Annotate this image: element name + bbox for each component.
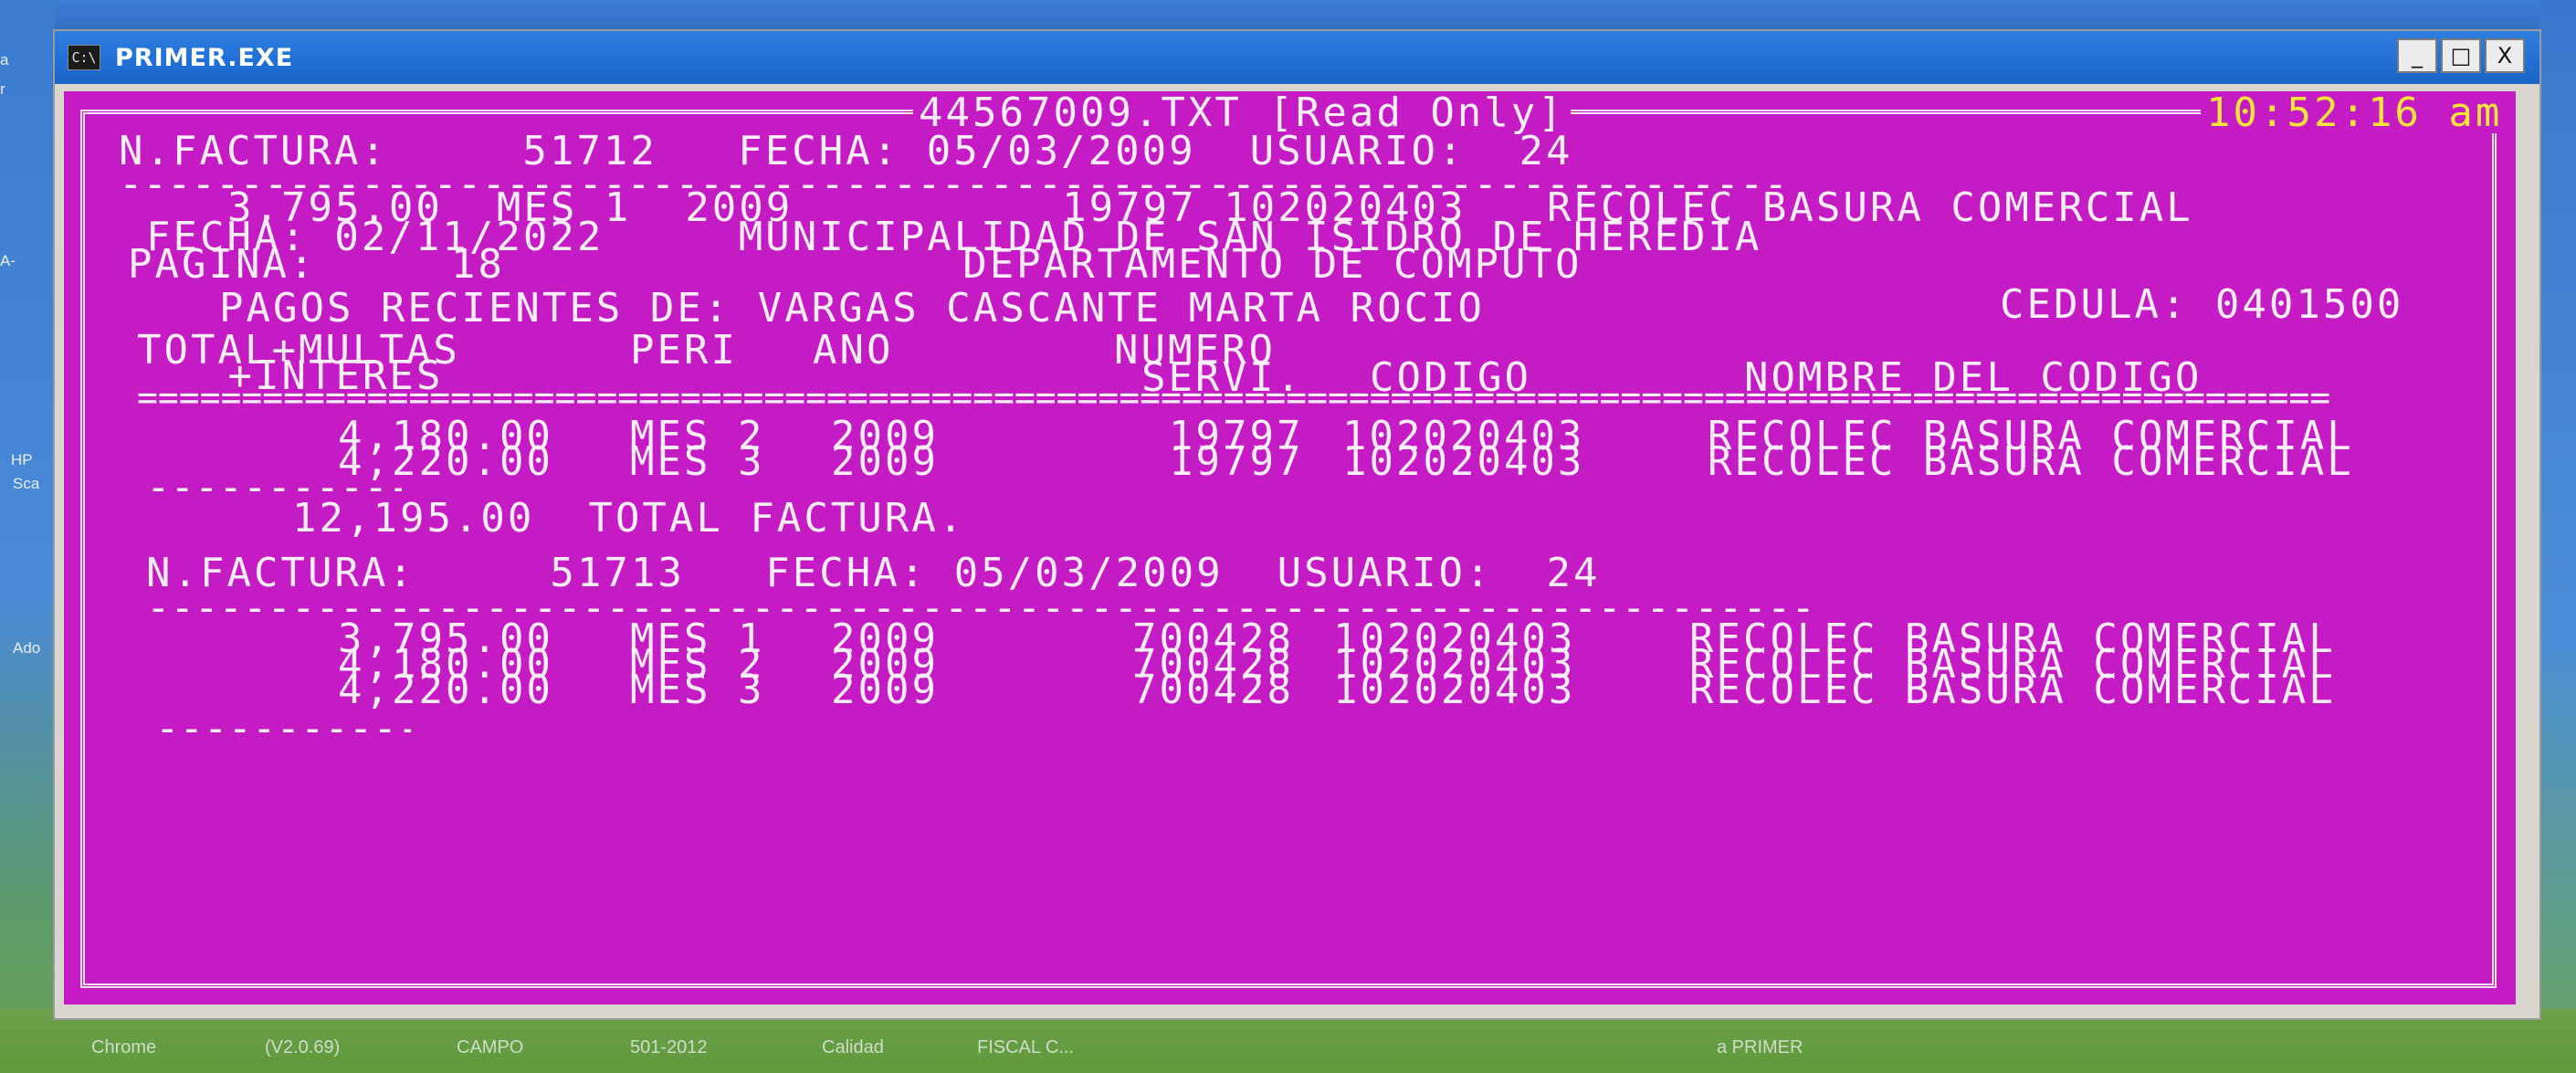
row-total: 4,220.00 [338, 667, 553, 713]
desktop-icon-label[interactable]: Ado [13, 639, 53, 657]
row-servi: 700428 [1132, 667, 1294, 713]
minimize-button[interactable]: _ [2397, 38, 2437, 73]
equals-divider: ========================================… [137, 380, 2331, 415]
taskbar-item[interactable]: Calidad [822, 1037, 884, 1058]
close-button[interactable]: X [2485, 38, 2525, 73]
desktop-left [0, 0, 55, 1073]
desktop-icon-label[interactable]: HP [11, 451, 47, 469]
clock: 10:52:16 am [2201, 93, 2508, 133]
row-servi: 19797 [1169, 438, 1304, 485]
window-title: PRIMER.EXE [115, 43, 294, 72]
taskbar-item[interactable]: FISCAL C... [977, 1037, 1074, 1058]
desktop-icon-label[interactable]: Sca [13, 475, 49, 493]
end-divider: ----------- [155, 709, 411, 749]
row-ano: 2009 [831, 667, 939, 713]
row-ano: 2009 [831, 438, 939, 485]
window-controls: _ □ X [2397, 38, 2525, 73]
console-screen[interactable]: 44567009.TXT [Read Only] 10:52:16 am N.F… [64, 91, 2516, 1005]
report-page-line: PAGINA: 18 DEPARTAMENTO DE COMPUTO [128, 241, 1582, 288]
col-peri-header: PERI [630, 327, 738, 373]
desktop-icon-label[interactable]: a [0, 51, 13, 69]
row-codigo: 102020403 [1342, 438, 1585, 485]
taskbar-item[interactable]: 501-2012 [630, 1037, 708, 1058]
taskbar-item[interactable]: Chrome [91, 1037, 156, 1058]
desktop-icon-label[interactable]: r [0, 80, 13, 99]
person-line: PAGOS RECIENTES DE: VARGAS CASCANTE MART… [219, 285, 1486, 331]
taskbar-item[interactable]: a PRIMER [1717, 1037, 1803, 1058]
row-codigo: 102020403 [1333, 667, 1576, 713]
row-nombre: RECOLEC BASURA COMERCIAL [1708, 438, 2354, 485]
row-nombre: RECOLEC BASURA COMERCIAL [1689, 667, 2336, 713]
taskbar-item[interactable]: CAMPO [457, 1037, 523, 1058]
console-app-icon[interactable]: C:\ [68, 45, 100, 70]
taskbar-item[interactable]: (V2.0.69) [265, 1037, 340, 1058]
window-titlebar[interactable]: C:\ PRIMER.EXE _ □ X [55, 31, 2539, 84]
col-ano-header: ANO [813, 327, 894, 373]
desktop-icon-label[interactable]: A- [0, 252, 27, 270]
maximize-button[interactable]: □ [2441, 38, 2481, 73]
cedula-line: CEDULA: 0401500 [2000, 281, 2404, 328]
row-peri: MES 3 [630, 438, 765, 485]
row-peri: MES 3 [630, 667, 765, 713]
total-factura: 12,195.00 TOTAL FACTURA. [292, 495, 966, 542]
desktop-right [2539, 0, 2576, 1073]
console-window[interactable]: C:\ PRIMER.EXE _ □ X 44567009.TXT [Read … [53, 29, 2541, 1020]
